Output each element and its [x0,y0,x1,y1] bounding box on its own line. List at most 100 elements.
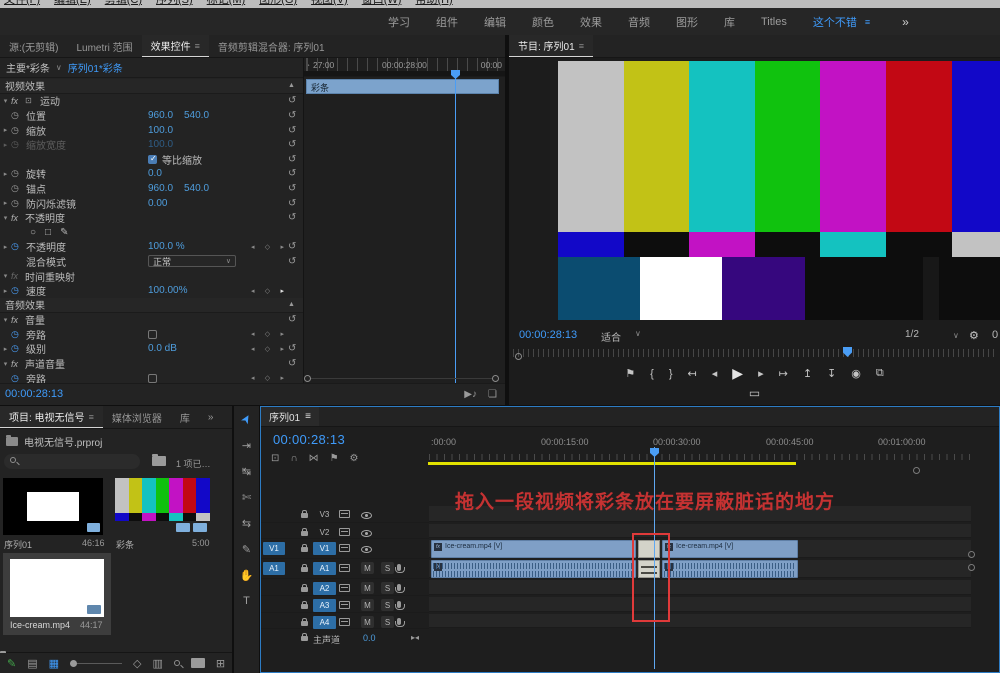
workspace-tab-assembly[interactable]: 组件 [436,14,458,30]
menu-marker[interactable]: 标记(M) [207,0,246,7]
tab-project[interactable]: 项目: 电视无信号≡ [0,406,103,428]
item-name[interactable]: 彩条 [116,538,134,551]
lock-icon[interactable] [301,510,308,521]
lock-icon[interactable] [301,564,308,575]
menu-file[interactable]: 文件(F) [4,0,40,7]
item-name[interactable]: Ice-cream.mp4 [10,620,70,630]
twirl-icon[interactable]: ▾ [0,316,11,324]
panel-menu-icon[interactable]: ≡ [579,41,584,51]
solo-button[interactable]: S [381,562,394,574]
tab-effect-controls[interactable]: 效果控件≡ [142,35,209,57]
lock-icon[interactable] [301,618,308,629]
reset-icon[interactable]: ↺ [288,183,296,194]
menu-help[interactable]: 帮助(H) [415,0,452,7]
source-patch-a1[interactable]: A1 [263,562,285,575]
kf-next-icon[interactable]: ▸ [280,374,284,382]
voiceover-mic-icon[interactable] [397,600,401,611]
reset-icon[interactable]: ↺ [288,139,296,150]
fit-dropdown[interactable]: 适合∨ [601,329,641,344]
goto-in-icon[interactable]: ↤ [688,367,697,380]
effect-label[interactable]: 不透明度 [25,210,65,225]
settings-wrench-icon[interactable]: ⚙ [969,329,979,342]
slider-handle[interactable] [70,660,77,667]
effect-label[interactable]: 声道音量 [25,356,65,371]
scrubber-playhead[interactable] [843,347,852,357]
list-view-icon[interactable]: ▤ [27,657,37,670]
twirl-icon[interactable]: ▾ [0,214,11,222]
value[interactable]: 100.00% [148,285,187,296]
extract-icon[interactable]: ↧ [827,367,836,380]
thumbnail[interactable] [3,478,103,535]
workspace-overflow-icon[interactable]: » [902,15,909,29]
item-name[interactable]: 序列01 [4,538,32,551]
search-input[interactable] [4,454,140,469]
mini-clip-bar[interactable]: 彩条 [306,79,499,94]
reset-icon[interactable]: ↺ [288,343,296,354]
twirl-icon[interactable]: ▸ [0,345,11,353]
tab-audio-clip-mixer[interactable]: 音频剪辑混合器: 序列01 [209,35,334,57]
sync-lock-icon[interactable] [339,544,350,552]
add-marker-icon[interactable]: ⚑ [330,453,339,464]
value-y[interactable]: 540.0 [184,183,209,194]
effect-label[interactable]: 运动 [40,93,60,108]
lock-icon[interactable] [301,633,308,643]
chevron-down-icon[interactable]: ∨ [953,331,959,340]
project-root-row[interactable]: 电视无信号.prproj [6,434,102,449]
workspace-tab-graphics[interactable]: 图形 [676,14,698,30]
reset-icon[interactable]: ↺ [288,212,296,223]
kf-next-icon[interactable]: ▸ [280,330,284,338]
kf-next-icon[interactable]: ▸ [280,287,284,295]
step-forward-icon[interactable]: ▸ [758,367,764,380]
reset-icon[interactable]: ↺ [288,168,296,179]
track-name[interactable]: A3 [313,599,336,612]
ripple-edit-tool-icon[interactable]: ↹ [242,465,251,478]
twirl-icon[interactable]: ▾ [0,97,11,105]
fx-icon[interactable]: fx [11,213,25,223]
twirl-icon[interactable]: ▸ [0,243,11,251]
new-item-icon[interactable]: ⊞ [216,657,225,670]
track-output-eye-icon[interactable] [361,511,372,522]
reset-icon[interactable]: ↺ [288,95,296,106]
menu-sequence[interactable]: 序列(S) [156,0,193,7]
mute-button[interactable]: M [361,599,374,611]
source-patch-v1[interactable]: V1 [263,542,285,555]
collapse-icon[interactable]: ▲ [288,301,295,308]
effect-controls-timeline[interactable]: ▸ 27:00 00:00:28:00 00:00 彩条 [303,58,505,383]
kf-add-icon[interactable]: ◇ [265,287,270,295]
rect-mask-icon[interactable]: □ [45,227,51,238]
workspace-tab-audio[interactable]: 音频 [628,14,650,30]
thumbnail[interactable] [115,478,210,535]
track-name[interactable]: A2 [313,582,336,595]
lock-icon[interactable] [301,601,308,612]
sync-lock-icon[interactable] [339,584,350,592]
lock-icon[interactable] [301,584,308,595]
tab-program-monitor[interactable]: 节目: 序列01≡ [509,35,593,57]
kf-prev-icon[interactable]: ◂ [251,330,255,338]
effect-label[interactable]: 时间重映射 [25,269,75,284]
tab-media-browser[interactable]: 媒体浏览器 [103,406,171,428]
kf-add-icon[interactable]: ◇ [265,374,270,382]
value[interactable]: 0.00 [148,198,167,209]
effects-mini-ruler[interactable]: 27:00 00:00:28:00 00:00 [304,58,505,77]
track-name[interactable]: V1 [313,542,336,555]
workspace-tab-color[interactable]: 颜色 [532,14,554,30]
track-lane[interactable] [429,597,971,612]
reset-icon[interactable]: ↺ [288,256,296,267]
value-x[interactable]: 960.0 [148,183,173,194]
fx-icon[interactable]: fx [11,96,25,106]
play-audio-icon[interactable]: ▶♪ [464,389,477,400]
track-select-tool-icon[interactable]: ⇥ [242,439,251,452]
menu-view[interactable]: 视图(V) [311,0,348,7]
add-marker-icon[interactable]: ⚑ [625,367,635,380]
tab-libraries[interactable]: 库 [171,406,199,428]
voiceover-mic-icon[interactable] [397,563,401,574]
track-lane[interactable] [429,614,971,628]
collapse-icon[interactable]: ▲ [288,82,295,89]
video-clip[interactable]: fxIce-cream.mp4 [V] [431,540,636,558]
track-name[interactable]: V3 [313,508,336,521]
kf-prev-icon[interactable]: ◂ [251,243,255,251]
sync-lock-icon[interactable] [339,564,350,572]
playback-resolution-dropdown[interactable]: 1/2 [905,329,919,340]
effect-label[interactable]: 音量 [25,312,45,327]
chevron-down-icon[interactable]: ∨ [56,63,62,72]
